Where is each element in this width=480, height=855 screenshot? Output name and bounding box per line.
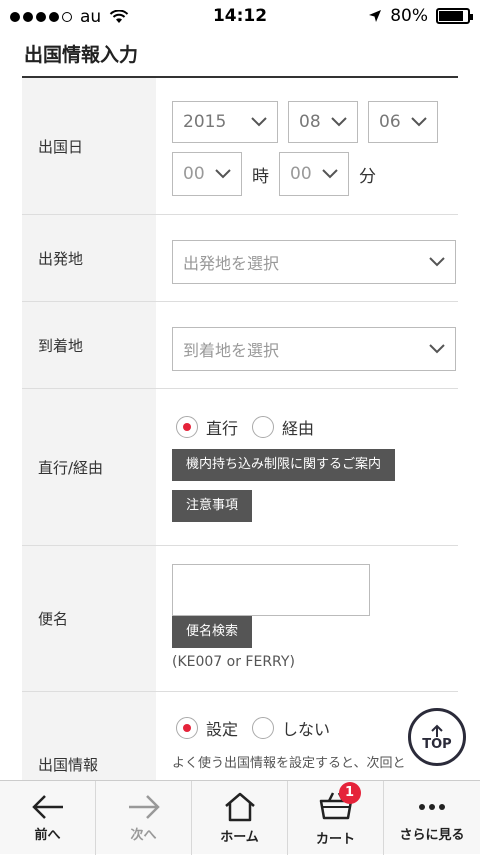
arrow-left-icon (31, 794, 63, 819)
status-bar: au 14:12 80% (0, 0, 480, 34)
chevron-down-icon (322, 169, 338, 179)
day-select[interactable]: 06 (368, 101, 438, 143)
chevron-down-icon (215, 169, 231, 179)
carryon-restrictions-button[interactable]: 機内持ち込み制限に関するご案内 (172, 449, 396, 481)
scroll-to-top-button[interactable]: TOP (408, 708, 466, 766)
row-origin: 出発地 出発地を選択 (22, 215, 458, 302)
tab-home[interactable]: ホーム (192, 781, 288, 855)
flight-number-input[interactable] (172, 564, 370, 616)
arrow-up-icon (431, 724, 443, 737)
arrow-right-icon (128, 794, 160, 819)
tab-back[interactable]: 前へ (0, 781, 96, 855)
origin-label: 出発地 (22, 215, 156, 301)
radio-none-label: しない (282, 720, 331, 739)
hour-select[interactable]: 00 (172, 152, 242, 196)
cart-count-badge: 1 (338, 781, 361, 804)
chevron-down-icon (251, 117, 267, 127)
radio-none[interactable] (252, 717, 275, 739)
hour-value: 00 (183, 164, 205, 184)
minute-select[interactable]: 00 (279, 152, 349, 196)
chevron-down-icon (429, 344, 445, 354)
location-arrow-icon (369, 10, 382, 22)
month-value: 08 (299, 112, 321, 132)
chevron-down-icon (429, 257, 445, 267)
departure-info-label: 出国情報 (22, 692, 156, 787)
tab-back-label: 前へ (34, 827, 61, 843)
destination-label: 到着地 (22, 302, 156, 388)
minute-value: 00 (290, 164, 312, 184)
radio-set-label: 設定 (206, 720, 239, 739)
departure-date-label: 出国日 (22, 78, 156, 214)
tab-forward-label: 次へ (130, 827, 157, 843)
flight-hint: (KE007 or FERRY) (172, 654, 295, 670)
month-select[interactable]: 08 (288, 101, 358, 143)
row-route: 直行/経由 直行 経由 機内持ち込み制限に関するご案内 注意事項 (22, 389, 458, 546)
radio-set[interactable] (176, 717, 198, 739)
year-value: 2015 (183, 112, 227, 132)
row-departure-info: 出国情報 設定 しない よく使う出国情報を設定すると、次回と (22, 692, 458, 787)
top-label: TOP (422, 736, 452, 752)
home-icon (224, 792, 255, 821)
more-dots-icon (419, 803, 445, 810)
tab-cart[interactable]: 1 カート (288, 781, 384, 855)
battery-icon (436, 8, 473, 24)
route-label: 直行/経由 (22, 389, 156, 545)
row-flight: 便名 便名検索 (KE007 or FERRY) (22, 546, 458, 692)
destination-select[interactable]: 到着地を選択 (172, 327, 456, 371)
destination-placeholder: 到着地を選択 (183, 341, 280, 360)
radio-via-label: 経由 (282, 419, 315, 438)
notice-button[interactable]: 注意事項 (172, 490, 253, 522)
tab-home-label: ホーム (220, 829, 259, 845)
chevron-down-icon (411, 117, 427, 127)
row-departure-date: 出国日 2015 08 06 00 時 00 分 (22, 78, 458, 215)
bottom-tab-bar: 前へ 次へ ホーム 1 カート さらに見る (0, 780, 480, 855)
tab-forward[interactable]: 次へ (96, 781, 192, 855)
origin-placeholder: 出発地を選択 (183, 254, 280, 273)
flight-search-button[interactable]: 便名検索 (172, 616, 253, 648)
hour-unit: 時 (252, 166, 269, 187)
row-destination: 到着地 到着地を選択 (22, 302, 458, 389)
flight-label: 便名 (22, 546, 156, 691)
tab-more[interactable]: さらに見る (384, 781, 480, 855)
tab-cart-label: カート (315, 831, 355, 847)
battery-percent: 80% (390, 6, 428, 26)
origin-select[interactable]: 出発地を選択 (172, 240, 456, 284)
departure-form: 出国日 2015 08 06 00 時 00 分 出発地 出発地を選択 到着地 … (22, 78, 458, 787)
radio-direct-label: 直行 (206, 419, 239, 438)
minute-unit: 分 (359, 166, 376, 187)
chevron-down-icon (331, 117, 347, 127)
day-value: 06 (379, 112, 401, 132)
year-select[interactable]: 2015 (172, 101, 278, 143)
radio-direct[interactable] (176, 416, 198, 438)
tab-more-label: さらに見る (399, 827, 465, 843)
radio-via[interactable] (252, 416, 275, 438)
page-title: 出国情報入力 (24, 44, 139, 66)
